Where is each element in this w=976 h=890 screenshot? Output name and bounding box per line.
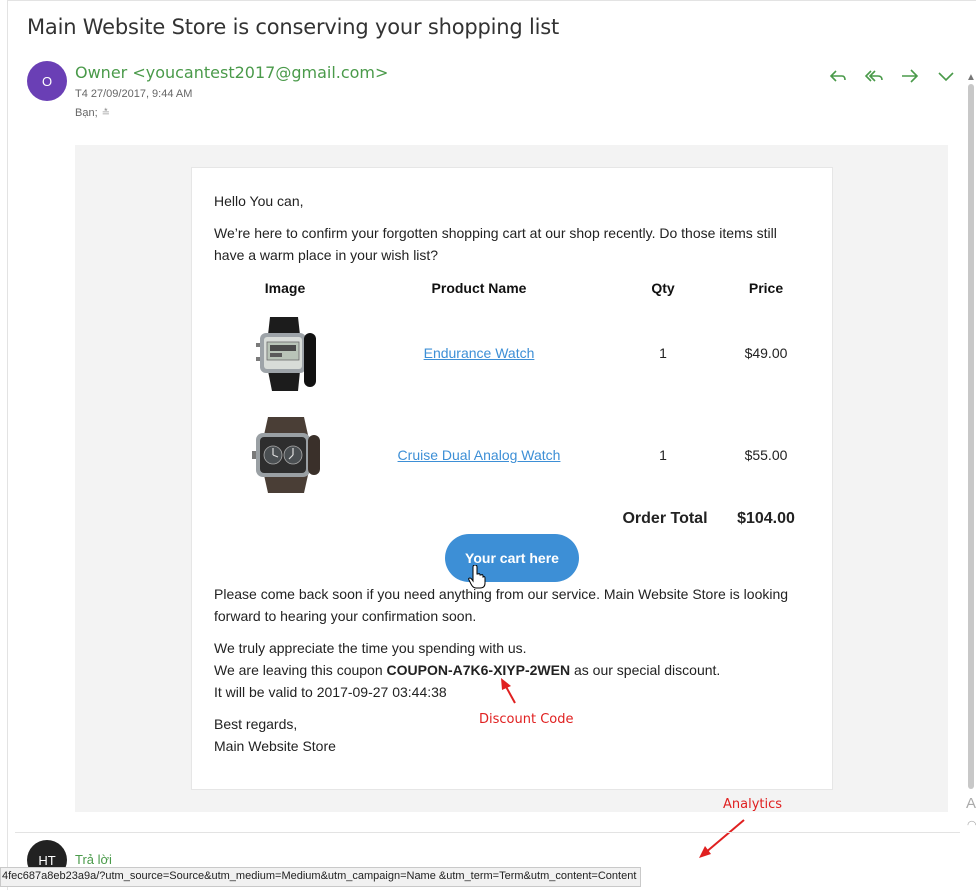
discount-code-annotation: Discount Code [479,712,574,727]
analytics-annotation: Analytics [723,797,783,812]
your-cart-button[interactable]: Your cart here [445,534,579,582]
window-border-left [7,0,8,890]
analytics-arrow-icon [699,819,745,858]
coupon-code: COUPON-A7K6-XIYP-2WEN [386,662,571,678]
order-total-value: $104.00 [737,510,795,527]
greeting: Hello You can, [214,193,304,209]
coupon-paragraph: We truly appreciate the time you spendin… [214,637,799,703]
come-back-paragraph: Please come back soon if you need anythi… [214,586,789,624]
reply-all-button[interactable] [862,64,886,88]
digital-watch-image[interactable] [246,313,326,393]
analog-watch-image[interactable] [246,415,326,495]
forward-button[interactable] [898,64,922,88]
sender-address[interactable]: Owner <youcantest2017@gmail.com> [75,63,388,82]
recipient-label: Bạn; [75,107,98,119]
status-bar-url: 4fec687a8eb23a9a/?utm_source=Source&utm_… [0,867,642,887]
side-panel-circle-icon: ◠ [967,819,976,831]
forward-icon [902,69,919,83]
chevron-down-icon [938,72,954,82]
recipient-line[interactable]: Bạn; ≛ [75,107,110,119]
column-header-image: Image [264,280,306,296]
reply-divider [15,832,960,833]
product-qty: 1 [659,345,667,361]
reply-link[interactable]: Trả lời [75,852,112,867]
scrollbar-thumb[interactable] [968,84,974,789]
intro-paragraph: We’re here to confirm your forgotten sho… [214,225,777,263]
column-header-price: Price [748,280,784,296]
side-panel-glyph: A [966,795,976,812]
store-signature: Main Website Store [214,738,336,754]
product-link[interactable]: Endurance Watch [359,345,599,361]
appreciate-line: We truly appreciate the time you spendin… [214,640,527,656]
coupon-line: We are leaving this coupon COUPON-A7K6-X… [214,659,799,681]
coupon-suffix: as our special discount. [570,662,721,678]
more-actions-button[interactable] [934,64,958,88]
sent-date: T4 27/09/2017, 9:44 AM [75,88,193,100]
regards-line: Best regards, [214,716,298,732]
email-actions [826,64,958,88]
reply-all-icon [864,70,883,82]
column-header-product-name: Product Name [431,280,527,296]
scroll-up-arrow-icon[interactable]: ▲ [966,72,976,83]
order-total-label: Order Total [622,510,708,527]
coupon-prefix: We are leaving this coupon [214,662,387,678]
reply-button[interactable] [826,64,850,88]
coupon-validity: It will be valid to 2017-09-27 03:44:38 [214,684,447,700]
product-link[interactable]: Cruise Dual Analog Watch [359,447,599,463]
expand-recipients-icon[interactable]: ≛ [102,108,110,119]
sender-avatar: O [27,61,67,101]
window-border-top [7,0,976,1]
product-price: $49.00 [744,345,788,361]
email-subject: Main Website Store is conserving your sh… [27,15,560,39]
product-qty: 1 [659,447,667,463]
column-header-qty: Qty [651,280,675,296]
reply-icon [829,70,846,82]
signature-block: Best regards, Main Website Store [214,713,336,757]
product-price: $55.00 [744,447,788,463]
